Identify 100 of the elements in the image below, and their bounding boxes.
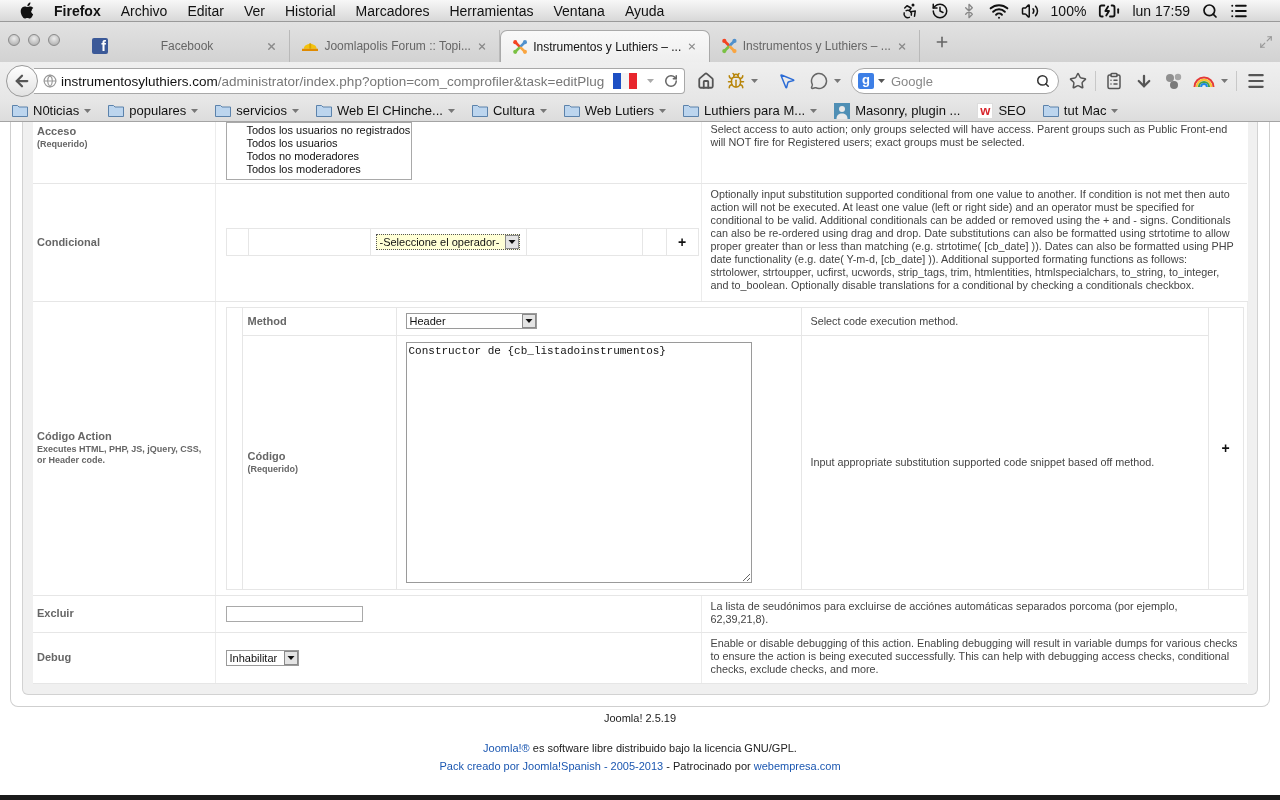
code-field[interactable]: Constructor de {cb_listadoinstrumentos} xyxy=(405,341,752,583)
listbox[interactable]: Todos los usuarios no registrados Todos los usuarios Todos no moderadores Todos los moderadores xyxy=(225,122,412,180)
clipboard-icon[interactable] xyxy=(1105,72,1123,90)
version-text: Joomla! 2.5.19 xyxy=(603,711,677,725)
search-icon[interactable] xyxy=(1036,74,1050,88)
caret-icon[interactable] xyxy=(810,108,818,113)
molecule-icon[interactable] xyxy=(1165,72,1183,90)
field-label: Excluir xyxy=(37,607,75,620)
home-icon[interactable] xyxy=(697,72,715,90)
caret-icon[interactable] xyxy=(291,108,299,113)
bookmark-item[interactable]: Web Lutiers xyxy=(563,103,666,118)
caret-icon[interactable] xyxy=(1111,108,1119,113)
footer-link[interactable]: webempresa.com xyxy=(753,759,841,772)
folder-icon xyxy=(1042,104,1059,117)
menu-item[interactable]: Historial xyxy=(284,1,336,20)
caret-icon[interactable] xyxy=(834,79,841,83)
window-minimize-button[interactable] xyxy=(28,34,40,46)
caret-icon[interactable] xyxy=(84,108,92,113)
menu-item[interactable]: Herramientas xyxy=(449,1,534,20)
footer-link[interactable]: Joomla!® xyxy=(483,741,530,754)
field-label: Código Action xyxy=(37,430,113,443)
close-icon[interactable] xyxy=(896,40,907,52)
window-zoom-button[interactable] xyxy=(48,34,60,46)
url-text[interactable]: instrumentosyluthiers.com/administrator/index.php?option=com_comprofiler&task=editPlug xyxy=(61,73,605,89)
add-button[interactable]: + xyxy=(677,235,687,249)
caret-icon[interactable] xyxy=(539,108,547,113)
plus-icon[interactable] xyxy=(934,34,950,50)
field-label: Acceso xyxy=(37,125,78,138)
caret-icon[interactable] xyxy=(658,108,666,113)
search-placeholder: Google xyxy=(891,73,933,89)
caret-icon[interactable] xyxy=(191,108,199,113)
field-description: Select code execution method. xyxy=(810,314,960,328)
field-description: Optionally input substitution supported conditional from one value to another. If condition is not met then auto action will not be executed. At least one value (left or right side) and an operator must be specified for conditional to be valid. Additional conditionals can be added or removed using the + and - signs. Conditionals can also be re-ordered using drag and drop. Date substitutions can also be formatted using strtotime to allow proper greater than or less than matching (e.g. strtotime( [cb_date] )). Dates can also be formatted using PHP date functionality (e.g. date( Y-m-d, [cb_date] )). Additional supported formating functions as follows: strtolower, strtoupper, ucfirst, ucwords, strip_tags, trim, htmlentities, htmlspecialchars, to_string, to_integer, and to_boolean. Optionally disable translations for a conditional by checking a conditionals checkbox. xyxy=(710,187,1235,292)
apple-logo-icon[interactable] xyxy=(20,2,34,19)
field-description: Input appropriate substitution supported code snippet based off method. xyxy=(810,455,1156,469)
accessibility-icon[interactable] xyxy=(900,1,919,20)
operator-select[interactable]: -Seleccione el operador- xyxy=(375,234,520,250)
bookmark-item[interactable]: Cultura xyxy=(471,103,547,118)
close-icon[interactable] xyxy=(266,40,277,52)
bookmark-item[interactable]: tut Mac xyxy=(1042,103,1119,118)
browser-tab[interactable]: Instrumentos y Luthiers – ... xyxy=(500,30,710,62)
dropdown-select[interactable]: Header xyxy=(405,313,537,329)
battery-percentage: 100% xyxy=(1050,1,1087,20)
pointer-icon[interactable] xyxy=(778,72,796,90)
menu-item[interactable]: Ver xyxy=(243,1,265,20)
listbox-option[interactable]: Todos los usuarios xyxy=(226,137,411,150)
volume-icon[interactable] xyxy=(1020,1,1039,20)
star-icon[interactable] xyxy=(1069,72,1087,90)
chat-icon[interactable] xyxy=(810,72,828,90)
rainbow-icon[interactable] xyxy=(1193,75,1215,87)
footer-text: Pack creado por Joomla!Spanish - 2005-2013 - Patrocinado por webempresa.com xyxy=(439,759,841,773)
globe-icon xyxy=(43,74,57,88)
caret-icon[interactable] xyxy=(878,79,885,83)
address-field[interactable]: instrumentosyluthiers.com/administrator/index.php?option=com_comprofiler&task=editPlug xyxy=(34,68,685,94)
search-field[interactable]: g Google xyxy=(851,68,1059,94)
bookmark-item[interactable]: servicios xyxy=(215,103,299,118)
dropdown-select[interactable]: Inhabilitar xyxy=(225,649,299,666)
pinwheel-icon xyxy=(513,38,528,55)
caret-icon[interactable] xyxy=(751,79,758,83)
menu-icon[interactable] xyxy=(1246,71,1266,91)
bug-icon[interactable] xyxy=(727,72,745,90)
fullscreen-icon[interactable] xyxy=(1259,35,1273,49)
site-badge: w xyxy=(977,102,994,119)
caret-icon[interactable] xyxy=(1221,79,1228,83)
field-label: Method xyxy=(247,314,288,328)
close-icon[interactable] xyxy=(476,40,487,52)
footer-text: Joomla!® es software libre distribuido bajo la licencia GNU/GPL. xyxy=(483,741,797,755)
bookmark-item[interactable]: populares xyxy=(108,103,199,118)
listbox-option[interactable]: Todos los usuarios no registrados xyxy=(226,124,411,137)
close-icon[interactable] xyxy=(687,41,697,52)
listbox-option[interactable]: Todos no moderadores xyxy=(226,150,411,163)
caret-icon[interactable] xyxy=(447,108,455,113)
search-engine-badge[interactable]: g xyxy=(858,73,874,89)
footer-link[interactable]: Pack creado por Joomla!Spanish - 2005-2013 xyxy=(439,759,664,772)
menu-item[interactable]: Editar xyxy=(187,1,224,20)
menu-item[interactable]: Marcadores xyxy=(355,1,430,20)
reload-icon[interactable] xyxy=(664,74,678,88)
field-note: (Requerido) xyxy=(247,463,299,475)
add-button[interactable]: + xyxy=(1221,441,1230,455)
clock-text[interactable]: lun 17:59 xyxy=(1132,1,1190,20)
back-button[interactable] xyxy=(6,65,38,97)
bookmark-item[interactable]: Luthiers para M... xyxy=(682,103,818,118)
menu-item[interactable]: Firefox xyxy=(54,1,101,20)
search-icon[interactable] xyxy=(1202,2,1218,19)
bookmark-item[interactable]: w SEO xyxy=(977,102,1026,119)
menu-item[interactable]: Archivo xyxy=(120,1,168,20)
field-description: Enable or disable debugging of this action. Enabling debugging will result in variable dumps for various checks to ensure the action is being executed successfully. This can help with debugging access checks, conditional checks, exclude checks, and more. xyxy=(710,636,1238,676)
folder-icon xyxy=(215,104,232,117)
window-close-button[interactable] xyxy=(8,34,20,46)
field-label: Código xyxy=(247,449,287,463)
text-field[interactable] xyxy=(225,605,363,622)
history-icon[interactable] xyxy=(930,1,949,20)
bookmark-item[interactable]: N0ticias xyxy=(12,103,92,118)
flag-icon[interactable] xyxy=(613,73,637,89)
bookmark-item[interactable]: Web El CHinche... xyxy=(315,103,455,118)
bookmark-item[interactable]: Masonry, plugin ... xyxy=(834,102,961,119)
menu-item[interactable]: Ayuda xyxy=(624,1,665,20)
menu-item[interactable]: Ventana xyxy=(553,1,605,20)
listbox-option[interactable]: Todos los moderadores xyxy=(226,163,411,176)
download-icon[interactable] xyxy=(1135,72,1153,90)
